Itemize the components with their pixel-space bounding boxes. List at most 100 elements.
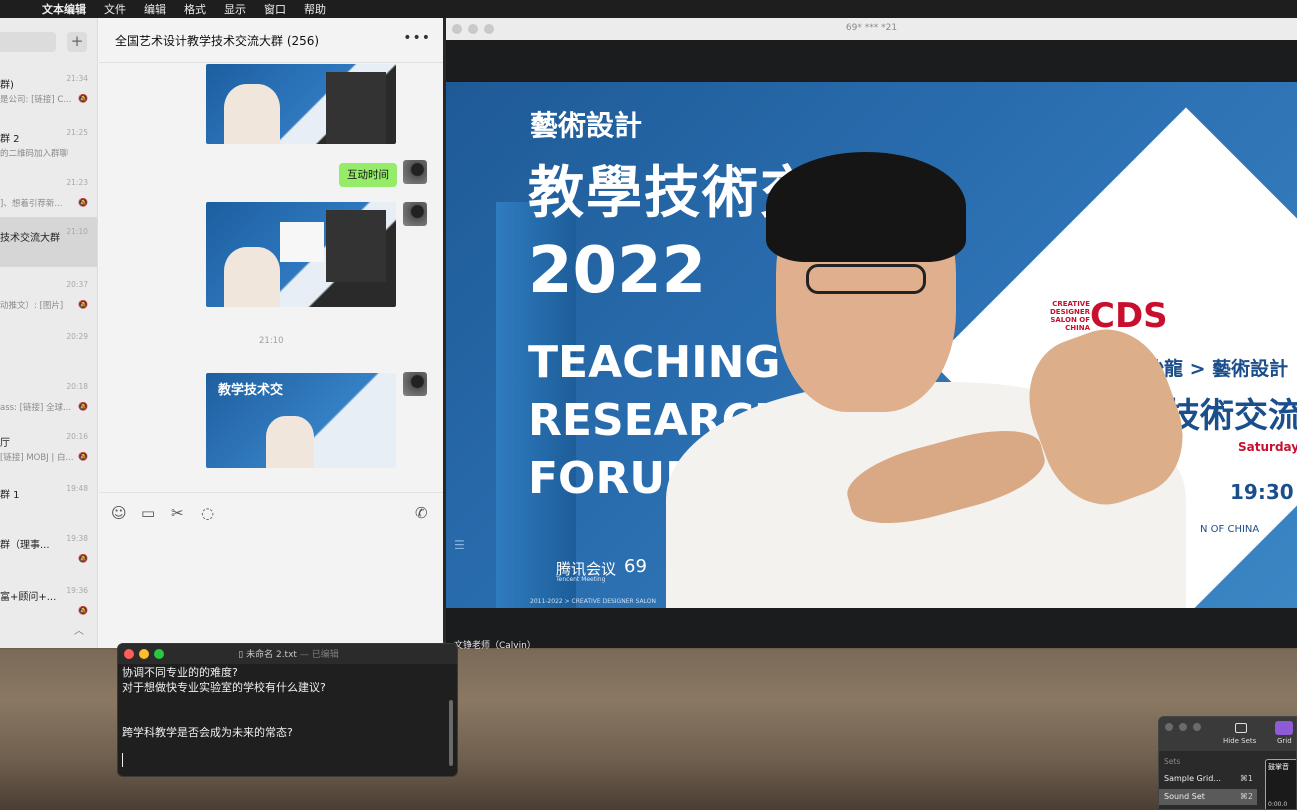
sets-toolbar: Hide Sets Grid bbox=[1159, 717, 1296, 751]
sidebar-icon[interactable] bbox=[1235, 723, 1247, 733]
message-timestamp: 21:10 bbox=[259, 336, 284, 346]
set-item-selected[interactable]: Sound Set ⌘2 bbox=[1159, 789, 1257, 805]
close-button[interactable] bbox=[1165, 723, 1173, 731]
zoom-button[interactable] bbox=[1193, 723, 1201, 731]
file-icon: ▯ bbox=[238, 650, 247, 660]
thumbnail-panel bbox=[326, 72, 386, 144]
text-message-bubble[interactable]: 互动时间 bbox=[339, 163, 397, 187]
conversation-time: 20:16 bbox=[66, 432, 88, 441]
menu-edit[interactable]: 编辑 bbox=[144, 1, 166, 17]
conversation-preview: [链接] MOBJ | 白... bbox=[0, 453, 74, 463]
conversation-time: 21:23 bbox=[66, 178, 88, 187]
conversation-item[interactable]: 20:29 bbox=[0, 326, 97, 376]
conversation-item[interactable]: ]、想着引荐新... 21:23 🔕 bbox=[0, 172, 97, 222]
mute-icon: 🔕 bbox=[78, 606, 88, 615]
conversation-time: 19:48 bbox=[66, 484, 88, 493]
conversation-preview: 是公司: [链接] C... bbox=[0, 95, 72, 105]
avatar[interactable] bbox=[403, 160, 427, 184]
menu-format[interactable]: 格式 bbox=[184, 1, 206, 17]
text-line: 跨学科教学是否会成为未来的常态? bbox=[122, 726, 293, 739]
mute-icon: 🔕 bbox=[78, 198, 88, 207]
conversation-time: 19:36 bbox=[66, 586, 88, 595]
conversation-name: 技术交流大群 bbox=[0, 233, 60, 244]
avatar[interactable] bbox=[403, 372, 427, 396]
speaker-glasses bbox=[806, 264, 926, 294]
menu-file[interactable]: 文件 bbox=[104, 1, 126, 17]
edited-status: — 已编辑 bbox=[299, 650, 339, 660]
document-name: 未命名 2.txt bbox=[246, 650, 297, 660]
conversation-preview: ]、想着引荐新... bbox=[0, 199, 63, 209]
divider bbox=[99, 492, 443, 493]
meeting-title: 69* *** *21 bbox=[845, 23, 898, 33]
shortcut-key: ⌘1 bbox=[1239, 774, 1253, 783]
conversation-item[interactable]: 动推文）: [图片] 20:37 🔕 bbox=[0, 274, 97, 324]
conversation-item[interactable]: 群 2 的二维码加入群聊 21:25 bbox=[0, 122, 97, 172]
thumbnail-person bbox=[266, 416, 314, 468]
divider bbox=[99, 62, 443, 63]
conversation-name: 群（理事... bbox=[0, 540, 50, 551]
wechat-window: + 群) 是公司: [链接] C... 21:34 🔕 群 2 的二维码加入群聊… bbox=[0, 18, 443, 648]
slide-weekday: Saturday bbox=[1238, 440, 1297, 454]
image-message[interactable] bbox=[206, 202, 396, 307]
text-caret bbox=[122, 753, 123, 767]
text-line: 协调不同专业的的难度? bbox=[122, 666, 238, 679]
slide-year: 2022 bbox=[528, 234, 707, 308]
menu-help[interactable]: 帮助 bbox=[304, 1, 326, 17]
avatar[interactable] bbox=[403, 202, 427, 226]
conversation-item[interactable]: 厅 [链接] MOBJ | 白... 20:16 🔕 bbox=[0, 426, 97, 476]
set-item[interactable]: Sample Grid... ⌘1 bbox=[1159, 771, 1257, 787]
textedit-window: ▯ 未命名 2.txt — 已编辑 协调不同专业的的难度? 对于想做快专业实验室… bbox=[117, 643, 458, 777]
document-title: ▯ 未命名 2.txt — 已编辑 bbox=[118, 647, 457, 660]
thumbnail-person bbox=[224, 84, 280, 144]
slide-of-china: N OF CHINA bbox=[1200, 524, 1260, 535]
conversation-time: 19:38 bbox=[66, 534, 88, 543]
conversation-name: 群) bbox=[0, 80, 14, 91]
meeting-code-text: 69 bbox=[624, 556, 647, 577]
conversation-name: 群 2 bbox=[0, 134, 20, 145]
conversation-item-active[interactable]: 技术交流大群 21:10 bbox=[0, 217, 97, 267]
conversation-item[interactable]: 群 1 19:48 bbox=[0, 478, 97, 528]
chat-bubble-icon[interactable]: ◌ bbox=[201, 504, 214, 522]
speaker-hair bbox=[766, 152, 966, 262]
conversation-preview: 的二维码加入群聊 bbox=[0, 149, 69, 159]
grid-icon[interactable] bbox=[1275, 721, 1293, 735]
set-item-label: Sample Grid... bbox=[1164, 774, 1221, 783]
conversation-item[interactable]: 群) 是公司: [链接] C... 21:34 🔕 bbox=[0, 68, 97, 118]
thumbnail-person bbox=[224, 247, 280, 307]
set-item-label: Sound Set bbox=[1164, 792, 1205, 801]
image-message[interactable]: 教学技术交 bbox=[206, 373, 396, 468]
thumbnail-panel bbox=[326, 210, 386, 282]
textedit-titlebar: ▯ 未命名 2.txt — 已编辑 bbox=[118, 644, 457, 664]
folder-icon[interactable]: ▭ bbox=[141, 504, 155, 522]
thumbnail-caption: 教学技术交 bbox=[218, 383, 284, 398]
list-icon[interactable]: ☰ bbox=[454, 538, 465, 552]
cds-small-text: CREATIVE DESIGNER SALON OF CHINA bbox=[1049, 300, 1090, 332]
add-chat-button[interactable]: + bbox=[67, 32, 87, 52]
conversation-item[interactable]: 群（理事... 19:38 🔕 bbox=[0, 528, 97, 578]
scissors-icon[interactable]: ✂ bbox=[171, 504, 184, 522]
image-message[interactable] bbox=[206, 64, 396, 144]
minimize-button[interactable] bbox=[1179, 723, 1187, 731]
chat-panel: 全国艺术设计教学技术交流大群 (256) ••• 互动时间 21:10 教学技术… bbox=[99, 18, 443, 648]
grid-button[interactable]: Grid bbox=[1277, 737, 1292, 745]
phone-icon[interactable]: ✆ bbox=[415, 504, 428, 522]
scrollbar[interactable] bbox=[449, 700, 453, 766]
chevron-up-icon[interactable]: ︿ bbox=[74, 622, 84, 637]
hide-sets-button[interactable]: Hide Sets bbox=[1223, 737, 1256, 745]
mute-icon: 🔕 bbox=[78, 452, 88, 461]
thumbnail-panel bbox=[280, 222, 324, 262]
sound-tile[interactable]: 鼓掌音 0:00.0 bbox=[1265, 759, 1296, 809]
mute-icon: 🔕 bbox=[78, 300, 88, 309]
emoji-icon[interactable]: ☺ bbox=[111, 504, 127, 522]
tencent-meeting-sub: Tencent Meeting bbox=[556, 576, 606, 583]
menu-app-name[interactable]: 文本编辑 bbox=[42, 1, 86, 17]
conversation-list: + 群) 是公司: [链接] C... 21:34 🔕 群 2 的二维码加入群聊… bbox=[0, 18, 98, 648]
menu-window[interactable]: 窗口 bbox=[264, 1, 286, 17]
shortcut-key: ⌘2 bbox=[1239, 792, 1253, 801]
search-input[interactable] bbox=[0, 32, 56, 52]
conversation-time: 20:18 bbox=[66, 382, 88, 391]
menu-view[interactable]: 显示 bbox=[224, 1, 246, 17]
conversation-name: 群 1 bbox=[0, 490, 20, 501]
conversation-item[interactable]: ass: [链接] 全球... 20:18 🔕 bbox=[0, 376, 97, 426]
more-icon[interactable]: ••• bbox=[403, 30, 431, 46]
